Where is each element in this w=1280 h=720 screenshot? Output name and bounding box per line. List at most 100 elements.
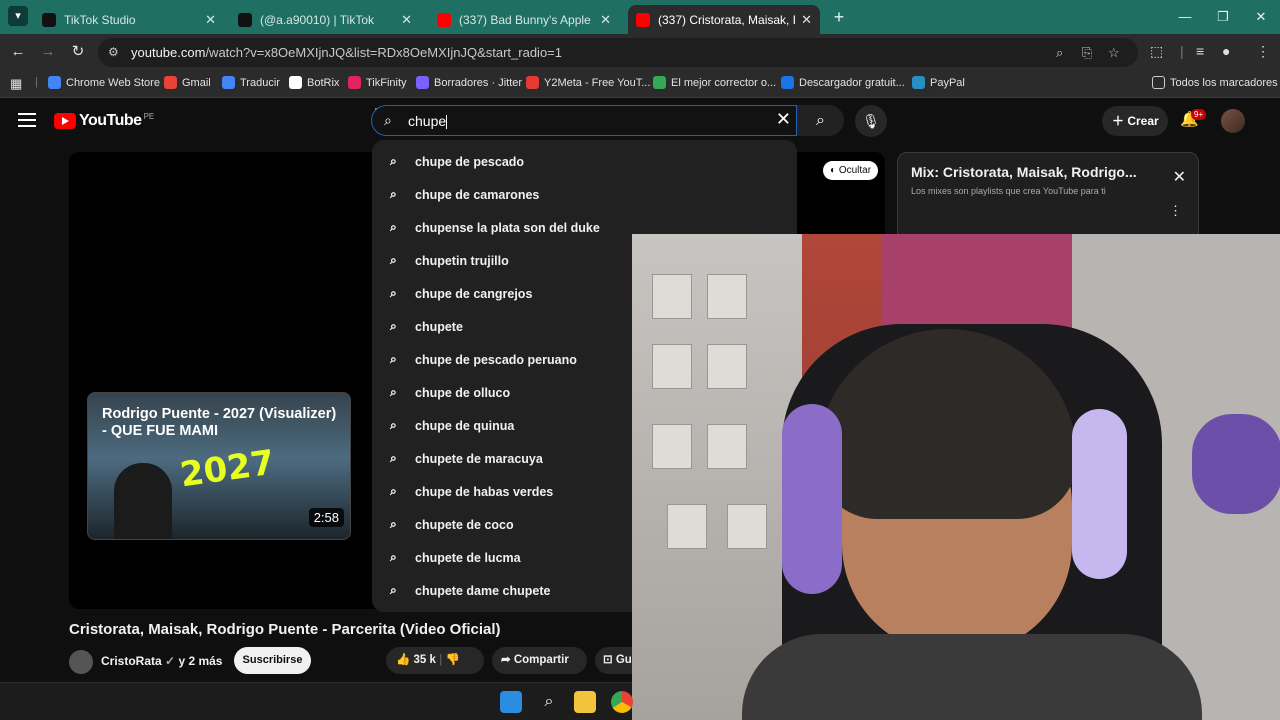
voice-search-icon[interactable]: 🎙 <box>855 105 887 137</box>
like-button[interactable]: 👍 35 k <box>396 654 436 666</box>
file-explorer-icon[interactable] <box>574 691 596 713</box>
browser-menu-icon[interactable]: ⋮ <box>1256 43 1270 60</box>
logo-text: YouTube <box>79 112 142 129</box>
bookmark-label: PayPal <box>930 76 965 89</box>
bookmark-item[interactable]: Descargador gratuit... <box>781 76 905 89</box>
close-window-button[interactable]: ✕ <box>1242 0 1280 34</box>
search-input[interactable]: chupe <box>408 113 448 130</box>
close-tab-icon[interactable]: ✕ <box>801 12 812 28</box>
browser-tab[interactable]: TikTok Studio ✕ <box>34 5 224 34</box>
verified-icon: ✓ <box>165 654 176 668</box>
close-tab-icon[interactable]: ✕ <box>205 12 216 28</box>
browser-tab[interactable]: (337) Cristorata, Maisak, Rodrigo ✕ <box>628 5 820 34</box>
reload-button[interactable]: ↻ <box>68 42 88 62</box>
apps-grid-icon[interactable]: ▦ <box>10 76 22 92</box>
search-suggestion-item[interactable]: ⌕ chupe de camarones <box>372 178 797 211</box>
close-mix-icon[interactable]: ✕ <box>1173 167 1186 187</box>
create-button[interactable]: ＋ Crear <box>1102 106 1168 136</box>
bookmark-favicon-icon <box>348 76 361 89</box>
bookmarks-bar: ▦ | Chrome Web Store Gmail Traducir BotRix T… <box>0 70 1280 98</box>
bookmark-item[interactable]: BotRix <box>289 76 339 89</box>
suggestion-text: chupetin trujillo <box>415 253 509 268</box>
new-tab-button[interactable]: + <box>828 7 850 27</box>
tab-title: (337) Cristorata, Maisak, Rodrigo <box>658 12 795 27</box>
minimize-button[interactable]: — <box>1166 0 1204 34</box>
headphone-right <box>1072 409 1127 579</box>
endcard-duration: 2:58 <box>308 508 344 527</box>
suggestion-search-icon: ⌕ <box>390 253 397 267</box>
windows-start-icon[interactable] <box>500 691 522 713</box>
endcard-person-figure <box>114 463 172 539</box>
youtube-play-icon <box>54 113 76 129</box>
search-suggestion-item[interactable]: ⌕ chupe de pescado <box>372 145 797 178</box>
media-control-icon[interactable]: ≡ <box>1196 43 1204 59</box>
wall-poster <box>707 274 747 319</box>
endscreen-video-card[interactable]: 2027 Rodrigo Puente - 2027 (Visualizer) … <box>87 392 351 540</box>
tab-search-menu-button[interactable]: ▾ <box>8 6 28 26</box>
taskbar-search-icon[interactable]: ⌕ <box>538 691 560 713</box>
tab-title: TikTok Studio <box>64 12 136 27</box>
toolbar-divider: | <box>1180 43 1184 59</box>
url-text[interactable]: youtube.com/watch?v=x8OeMXIjnJQ&list=RDx… <box>131 45 562 60</box>
bookmark-label: Borradores · Jitter <box>434 76 523 89</box>
clear-search-icon[interactable]: ✕ <box>776 109 791 130</box>
address-bar[interactable]: ⚙ youtube.com/watch?v=x8OeMXIjnJQ&list=R… <box>98 38 1138 67</box>
bookmark-star-icon[interactable]: ☆ <box>1108 45 1120 61</box>
mix-playlist-panel: Mix: Cristorata, Maisak, Rodrigo... Los … <box>897 152 1199 242</box>
hide-endcards-button[interactable]: ◐ Ocultar <box>823 161 879 180</box>
bookmark-item[interactable]: PayPal <box>912 76 965 89</box>
close-tab-icon[interactable]: ✕ <box>600 12 611 28</box>
subscribe-button[interactable]: Suscribirse <box>234 647 311 674</box>
suggestion-text: chupete de coco <box>415 517 514 532</box>
browser-tab[interactable]: (337) Bad Bunny's Apple Music ✕ <box>429 5 619 34</box>
close-tab-icon[interactable]: ✕ <box>401 12 412 28</box>
chrome-taskbar-icon[interactable] <box>611 691 633 713</box>
tab-title: (337) Bad Bunny's Apple Music <box>459 12 594 27</box>
mix-more-icon[interactable]: ⋮ <box>1169 203 1182 219</box>
wall-poster <box>652 274 692 319</box>
account-avatar[interactable] <box>1221 109 1245 133</box>
youtube-logo[interactable]: YouTube PE <box>54 112 154 130</box>
bookmark-label: Chrome Web Store <box>66 76 160 89</box>
search-box[interactable]: ⌕ chupe ✕ <box>371 105 797 136</box>
suggestion-search-icon: ⌕ <box>390 517 397 531</box>
endcard-title: Rodrigo Puente - 2027 (Visualizer) - QUE… <box>102 406 337 439</box>
channel-avatar[interactable] <box>69 650 93 674</box>
all-bookmarks-folder[interactable]: Todos los marcadores <box>1152 76 1278 89</box>
bookmark-favicon-icon <box>48 76 61 89</box>
bookmark-item[interactable]: El mejor corrector o... <box>653 76 776 89</box>
guide-menu-icon[interactable] <box>18 113 36 127</box>
search-button[interactable]: ⌕ <box>797 105 844 136</box>
maximize-button[interactable]: ❐ <box>1204 0 1242 34</box>
bookmark-item[interactable]: Y2Meta - Free YouT... <box>526 76 650 89</box>
bookmark-item[interactable]: Chrome Web Store <box>48 76 160 89</box>
site-info-icon[interactable]: ⚙ <box>108 45 119 59</box>
mix-title[interactable]: Mix: Cristorata, Maisak, Rodrigo... <box>911 164 1137 180</box>
bookmark-item[interactable]: TikFinity <box>348 76 407 89</box>
channel-name[interactable]: CristoRata ✓ y 2 más <box>101 654 222 668</box>
bookmark-item[interactable]: Gmail <box>164 76 211 89</box>
suggestion-text: chupe de olluco <box>415 385 511 400</box>
headphone-left <box>782 404 842 594</box>
suggestion-text: chupe de pescado <box>415 154 525 169</box>
bookmark-label: El mejor corrector o... <box>671 76 777 89</box>
zoom-search-icon[interactable]: ⌕ <box>1056 45 1063 61</box>
forward-button[interactable]: → <box>38 42 58 62</box>
extensions-icon[interactable]: ⬚ <box>1150 43 1163 60</box>
country-code: PE <box>143 112 155 121</box>
profile-icon[interactable]: ● <box>1222 43 1230 59</box>
dislike-icon[interactable]: 👎 <box>446 654 460 666</box>
share-button[interactable]: ➦ Compartir <box>492 647 587 674</box>
back-button[interactable]: ← <box>8 42 28 62</box>
bookmark-item[interactable]: Traducir <box>222 76 280 89</box>
install-app-icon[interactable]: ⎘ <box>1082 45 1092 61</box>
bookmark-label: TikFinity <box>366 76 407 89</box>
wall-poster <box>707 424 747 469</box>
browser-tab[interactable]: (@a.a90010) | TikTok ✕ <box>230 5 420 34</box>
wall-poster <box>727 504 767 549</box>
bookmark-favicon-icon <box>526 76 539 89</box>
suggestion-search-icon: ⌕ <box>390 451 397 465</box>
bookmark-item[interactable]: Borradores · Jitter <box>416 76 522 89</box>
suggestion-search-icon: ⌕ <box>390 319 397 333</box>
wall-poster <box>707 344 747 389</box>
